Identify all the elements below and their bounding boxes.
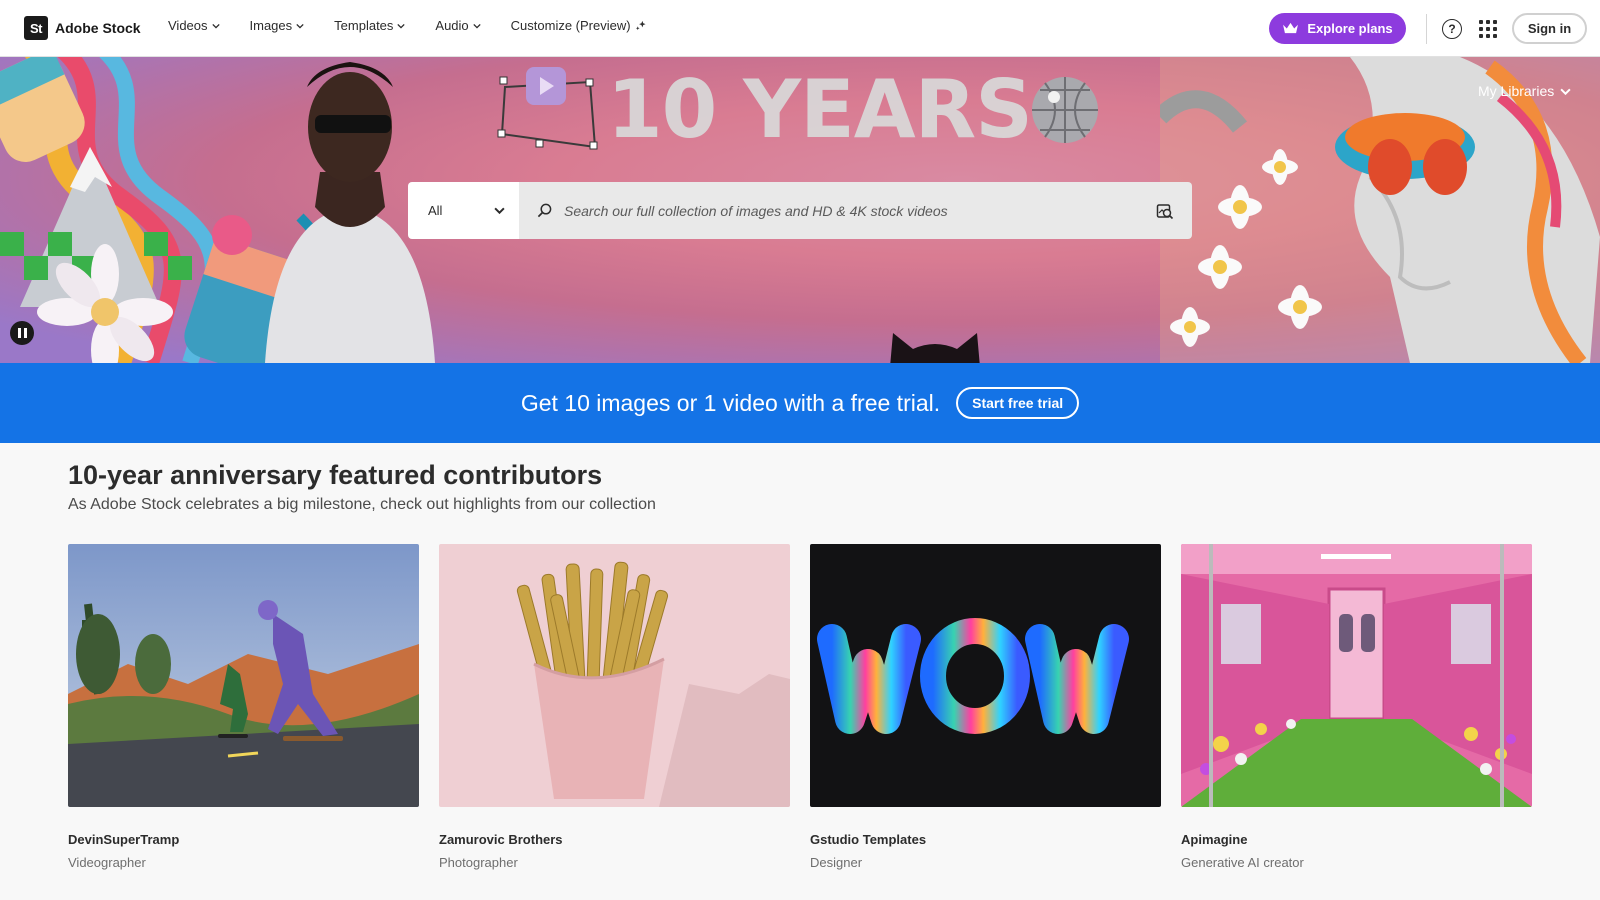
main-menu: Videos Images Templates Audio Customize … bbox=[168, 18, 676, 33]
hero-disco-ball bbox=[1032, 77, 1098, 143]
search-category-select[interactable]: All bbox=[408, 182, 519, 239]
chevron-down-icon bbox=[494, 207, 505, 215]
contributor-card[interactable]: Zamurovic Brothers Photographer bbox=[439, 544, 790, 870]
contributor-name[interactable]: Gstudio Templates bbox=[810, 832, 926, 847]
hero-cat-silhouette bbox=[890, 333, 980, 363]
hero-video-frame bbox=[497, 67, 598, 150]
my-libraries-dropdown[interactable]: My Libraries bbox=[1478, 83, 1571, 99]
hero-banner: 10 YEARS My Libraries All Search our ful… bbox=[0, 57, 1600, 363]
top-navigation: St Adobe Stock Videos Images Templates A… bbox=[0, 0, 1600, 57]
search-input[interactable] bbox=[552, 202, 1156, 219]
flower-train-photo bbox=[1181, 544, 1532, 807]
contributor-name[interactable]: Zamurovic Brothers bbox=[439, 832, 563, 847]
brand-link[interactable]: St Adobe Stock bbox=[24, 16, 141, 40]
contributor-image-wow-text[interactable] bbox=[810, 544, 1161, 807]
contributors-subtitle: As Adobe Stock celebrates a big mileston… bbox=[68, 496, 656, 513]
hero-collage-right bbox=[1160, 57, 1600, 363]
search-category-value: All bbox=[428, 203, 443, 218]
brand-name: Adobe Stock bbox=[55, 20, 141, 36]
gold-fries-photo bbox=[439, 544, 790, 807]
wow-3d-text-photo bbox=[810, 544, 1161, 807]
chevron-down-icon bbox=[397, 23, 406, 29]
pause-icon bbox=[17, 328, 21, 338]
chevron-down-icon bbox=[1560, 88, 1571, 95]
nav-audio-label: Audio bbox=[435, 18, 469, 33]
contributor-card[interactable]: Apimagine Generative AI creator bbox=[1181, 544, 1532, 870]
search-field-wrap bbox=[519, 182, 1192, 239]
explore-plans-label: Explore plans bbox=[1307, 21, 1393, 36]
search-bar: All bbox=[408, 182, 1192, 239]
nav-images-label: Images bbox=[249, 18, 293, 33]
nav-customize[interactable]: Customize (Preview) bbox=[511, 18, 646, 33]
chevron-down-icon bbox=[473, 23, 481, 29]
contributor-image-flower-train[interactable] bbox=[1181, 544, 1532, 807]
pause-animation-button[interactable] bbox=[10, 321, 34, 345]
contributor-name[interactable]: DevinSuperTramp bbox=[68, 832, 179, 847]
contributor-role: Videographer bbox=[68, 855, 146, 870]
contributor-card[interactable]: DevinSuperTramp Videographer bbox=[68, 544, 419, 870]
contributor-role: Designer bbox=[810, 855, 863, 870]
contributor-role: Generative AI creator bbox=[1181, 855, 1304, 870]
contributor-card[interactable]: Gstudio Templates Designer bbox=[810, 544, 1161, 870]
contributor-role: Photographer bbox=[439, 855, 518, 870]
sign-in-button[interactable]: Sign in bbox=[1512, 13, 1587, 44]
contributors-title: 10-year anniversary featured contributor… bbox=[68, 460, 603, 490]
contributor-name[interactable]: Apimagine bbox=[1181, 832, 1247, 847]
start-free-trial-button[interactable]: Start free trial bbox=[956, 387, 1080, 419]
nav-images[interactable]: Images bbox=[250, 18, 305, 33]
contributor-image-gold-fries[interactable] bbox=[439, 544, 790, 807]
nav-videos[interactable]: Videos bbox=[168, 18, 220, 33]
nav-audio[interactable]: Audio bbox=[435, 18, 481, 33]
visual-search-icon[interactable] bbox=[1156, 202, 1174, 220]
contributor-image-skateboarders[interactable] bbox=[68, 544, 419, 807]
apps-grid-icon[interactable] bbox=[1479, 20, 1497, 38]
hero-title: 10 YEARS bbox=[607, 63, 1033, 156]
nav-videos-label: Videos bbox=[168, 18, 208, 33]
sparkle-icon bbox=[635, 20, 646, 31]
chevron-down-icon bbox=[296, 23, 304, 29]
nav-templates[interactable]: Templates bbox=[334, 18, 406, 33]
help-icon[interactable]: ? bbox=[1442, 19, 1462, 39]
free-trial-text: Get 10 images or 1 video with a free tri… bbox=[520, 389, 941, 416]
search-icon bbox=[537, 203, 552, 218]
free-trial-banner: Get 10 images or 1 video with a free tri… bbox=[0, 363, 1600, 443]
nav-templates-label: Templates bbox=[334, 18, 394, 33]
my-libraries-label: My Libraries bbox=[1478, 83, 1555, 99]
chevron-down-icon bbox=[211, 23, 220, 29]
adobe-stock-logo-icon: St bbox=[24, 16, 48, 40]
nav-customize-label: Customize (Preview) bbox=[510, 18, 631, 33]
explore-plans-button[interactable]: Explore plans bbox=[1269, 13, 1406, 44]
nav-divider bbox=[1426, 14, 1427, 44]
crown-icon bbox=[1283, 22, 1299, 34]
skateboarders-photo bbox=[68, 544, 419, 807]
